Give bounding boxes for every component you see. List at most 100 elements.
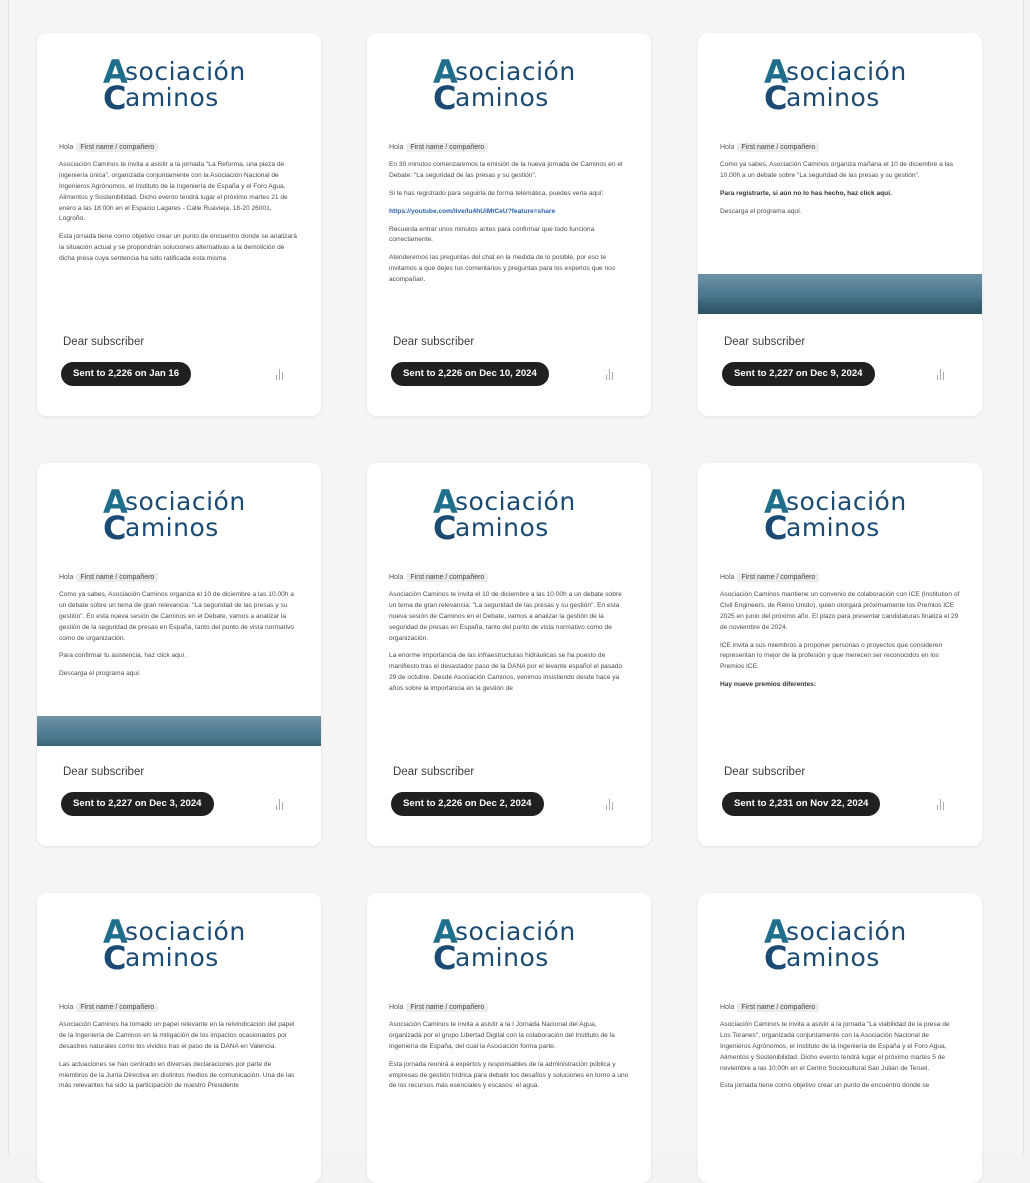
email-preview[interactable]: Asociación Caminos Hola First name / compañ… bbox=[367, 893, 651, 1176]
email-paragraph: La enorme importancia de las infraestruc… bbox=[389, 652, 623, 692]
campaign-card[interactable]: Asociación Caminos Hola First name / compañ… bbox=[698, 463, 982, 846]
campaign-card[interactable]: Asociación Caminos Hola First name / compañ… bbox=[698, 33, 982, 416]
bar-chart-icon[interactable] bbox=[936, 368, 946, 380]
bar-chart-icon[interactable] bbox=[275, 798, 285, 810]
sent-status-badge[interactable]: Sent to 2,226 on Dec 10, 2024 bbox=[391, 362, 549, 386]
sent-status-badge[interactable]: Sent to 2,226 on Dec 2, 2024 bbox=[391, 792, 544, 816]
email-preview[interactable]: Asociación Caminos Hola First name / compañ… bbox=[367, 463, 651, 746]
logo-text-line2: aminos bbox=[125, 513, 219, 542]
greeting-prefix: Hola bbox=[720, 1004, 735, 1011]
recipient-label: Dear subscriber bbox=[63, 766, 145, 778]
logo-text-line2: aminos bbox=[786, 513, 880, 542]
merge-tag: First name / compañero bbox=[76, 1003, 159, 1012]
logo-initial-c: C bbox=[764, 79, 788, 117]
email-paragraph: Esta jornada tiene como objetivo crear u… bbox=[59, 233, 297, 262]
merge-tag: First name / compañero bbox=[737, 143, 820, 152]
logo-text-line2: aminos bbox=[786, 943, 880, 972]
logo-initial-c: C bbox=[764, 509, 788, 547]
merge-tag: First name / compañero bbox=[737, 573, 820, 582]
email-paragraph: Como ya sabes, Asociación Caminos organi… bbox=[59, 591, 294, 642]
brand-logo: Asociación Caminos bbox=[37, 33, 321, 137]
landscape-banner-image bbox=[37, 716, 321, 746]
email-greeting: Hola First name / compañero bbox=[37, 997, 321, 1020]
bar-chart-icon[interactable] bbox=[275, 368, 285, 380]
email-preview[interactable]: Asociación Caminos Hola First name / compañ… bbox=[698, 463, 982, 746]
logo-text-line2: aminos bbox=[455, 513, 549, 542]
sent-status-badge[interactable]: Sent to 2,227 on Dec 9, 2024 bbox=[722, 362, 875, 386]
logo-initial-c: C bbox=[433, 939, 457, 977]
card-footer: Dear subscriber Sent to 2,226 on Dec 10, … bbox=[367, 316, 651, 416]
email-paragraph: Atenderemos las preguntas del chat en la… bbox=[389, 254, 616, 283]
bar-chart-icon[interactable] bbox=[605, 368, 615, 380]
email-paragraph: En 30 minutos comenzaremos la emisión de… bbox=[389, 161, 623, 179]
email-greeting: Hola First name / compañero bbox=[367, 997, 651, 1020]
logo-text-line1: sociación bbox=[455, 487, 576, 516]
campaign-card[interactable]: Asociación Caminos Hola First name / compañ… bbox=[367, 463, 651, 846]
logo-initial-c: C bbox=[103, 79, 127, 117]
email-paragraph: Recuerda entrar unos minutos antes para … bbox=[389, 225, 595, 244]
card-footer: Dear subscriber Sent to 2,226 on Dec 2, 2… bbox=[367, 746, 651, 846]
greeting-prefix: Hola bbox=[389, 574, 404, 581]
email-preview[interactable]: Asociación Caminos Hola First name / compañ… bbox=[698, 33, 982, 316]
email-greeting: Hola First name / compañero bbox=[698, 567, 982, 590]
logo-text-line2: aminos bbox=[125, 83, 219, 112]
campaign-card[interactable]: Asociación Caminos Hola First name / compañ… bbox=[37, 463, 321, 846]
campaign-card[interactable]: Asociación Caminos Hola First name / compañ… bbox=[37, 893, 321, 1183]
sent-status-badge[interactable]: Sent to 2,226 on Jan 16 bbox=[61, 362, 192, 386]
merge-tag: First name / compañero bbox=[76, 573, 159, 582]
sent-status-badge[interactable]: Sent to 2,227 on Dec 3, 2024 bbox=[61, 792, 214, 816]
campaign-gallery: Asociación Caminos Hola First name / compañ… bbox=[8, 0, 1024, 1183]
logo-initial-c: C bbox=[764, 939, 788, 977]
email-preview[interactable]: Asociación Caminos Hola First name / compañ… bbox=[367, 33, 651, 316]
email-preview[interactable]: Asociación Caminos Hola First name / compañ… bbox=[37, 463, 321, 746]
landscape-banner-image bbox=[698, 274, 982, 314]
brand-logo: Asociación Caminos bbox=[367, 33, 651, 137]
email-paragraph: Asociación Caminos te invita a asistir a… bbox=[389, 1021, 615, 1050]
email-paragraph: Esta jornada tiene como objetivo crear u… bbox=[720, 1082, 930, 1090]
logo-initial-c: C bbox=[103, 509, 127, 547]
greeting-prefix: Hola bbox=[59, 574, 74, 581]
email-paragraph: ICE invita a sus miembros a proponer per… bbox=[720, 641, 943, 671]
email-paragraph: Asociación Caminos mantiene un convenio … bbox=[720, 591, 960, 631]
email-paragraph: Asociación Caminos te invita a asistir a… bbox=[720, 1021, 950, 1072]
greeting-prefix: Hola bbox=[389, 144, 404, 151]
greeting-prefix: Hola bbox=[59, 144, 74, 151]
brand-logo: Asociación Caminos bbox=[367, 893, 651, 997]
recipient-label: Dear subscriber bbox=[724, 336, 806, 348]
email-paragraph: Para confirmar tu asistencia, haz click … bbox=[59, 652, 187, 660]
bar-chart-icon[interactable] bbox=[936, 798, 946, 810]
logo-initial-c: C bbox=[433, 79, 457, 117]
brand-logo: Asociación Caminos bbox=[698, 33, 982, 137]
campaign-card[interactable]: Asociación Caminos Hola First name / compañ… bbox=[367, 33, 651, 416]
email-paragraph: Esta jornada reunirá a expertos y respon… bbox=[389, 1060, 629, 1090]
brand-logo: Asociación Caminos bbox=[37, 893, 321, 997]
sent-status-badge[interactable]: Sent to 2,231 on Nov 22, 2024 bbox=[722, 792, 881, 816]
brand-logo: Asociación Caminos bbox=[367, 463, 651, 567]
email-paragraph: Hay nueve premios diferentes: bbox=[720, 681, 817, 689]
campaign-card[interactable]: Asociación Caminos Hola First name / compañ… bbox=[698, 893, 982, 1183]
email-paragraph: Asociación Caminos te invita el 10 de di… bbox=[389, 591, 622, 642]
email-greeting: Hola First name / compañero bbox=[367, 567, 651, 590]
recipient-label: Dear subscriber bbox=[393, 766, 475, 778]
campaign-card[interactable]: Asociación Caminos Hola First name / compañ… bbox=[37, 33, 321, 416]
recipient-label: Dear subscriber bbox=[393, 336, 475, 348]
email-link-paragraph: https://youtube.com/live/lu4hUiMtCeU?fea… bbox=[367, 207, 651, 218]
email-paragraph: Como ya sabes, Asociación Caminos organi… bbox=[720, 161, 954, 179]
email-preview[interactable]: Asociación Caminos Hola First name / compañ… bbox=[37, 33, 321, 316]
email-preview[interactable]: Asociación Caminos Hola First name / compañ… bbox=[37, 893, 321, 1176]
greeting-prefix: Hola bbox=[720, 574, 735, 581]
email-paragraph: Las actuaciones se han centrado en diver… bbox=[59, 1060, 295, 1090]
email-greeting: Hola First name / compañero bbox=[698, 137, 982, 160]
campaign-card[interactable]: Asociación Caminos Hola First name / compañ… bbox=[367, 893, 651, 1183]
merge-tag: First name / compañero bbox=[406, 143, 489, 152]
email-paragraph: Descarga el programa aquí. bbox=[720, 207, 802, 215]
email-link[interactable]: https://youtube.com/live/lu4hUiMtCeU?fea… bbox=[389, 208, 555, 215]
bar-chart-icon[interactable] bbox=[605, 798, 615, 810]
email-preview[interactable]: Asociación Caminos Hola First name / compañ… bbox=[698, 893, 982, 1176]
greeting-prefix: Hola bbox=[59, 1004, 74, 1011]
email-paragraph: Asociación Caminos ha tomado un papel re… bbox=[59, 1021, 295, 1050]
logo-text-line1: sociación bbox=[786, 487, 907, 516]
logo-text-line2: aminos bbox=[125, 943, 219, 972]
logo-text-line2: aminos bbox=[455, 943, 549, 972]
email-greeting: Hola First name / compañero bbox=[698, 997, 982, 1020]
